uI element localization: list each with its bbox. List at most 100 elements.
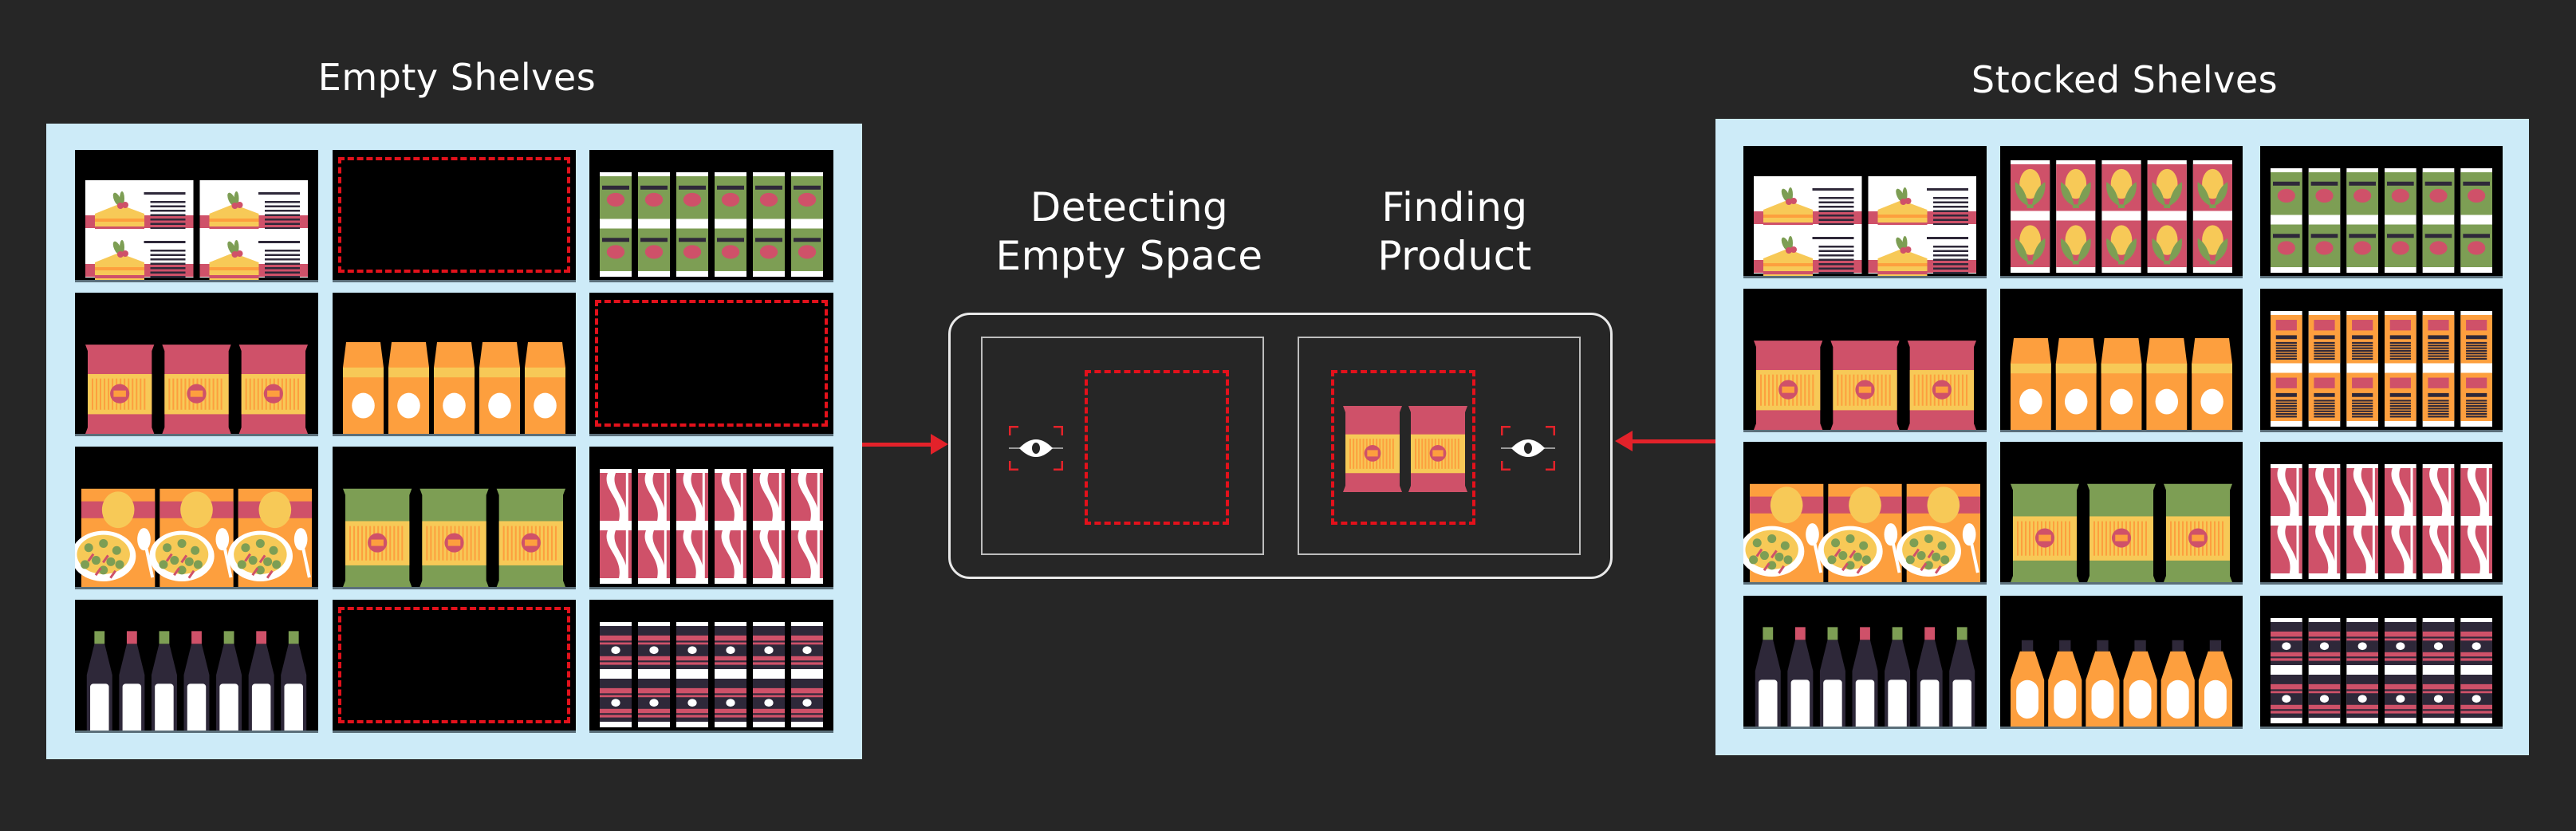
can xyxy=(791,224,823,277)
stocked-shelves-title: Stocked Shelves xyxy=(1971,58,2279,101)
empty-shelf-slot xyxy=(333,600,576,733)
can xyxy=(676,622,708,675)
corn-cans-illustration xyxy=(2011,160,2232,273)
chip-bag xyxy=(2087,483,2156,582)
arrow-to-detector-line xyxy=(862,443,934,447)
can xyxy=(715,469,746,526)
pasta-box xyxy=(149,488,234,587)
can xyxy=(600,469,632,526)
can xyxy=(2460,618,2492,671)
shelf-slot-bacon-cans xyxy=(589,447,833,589)
can xyxy=(676,675,708,727)
can xyxy=(2308,618,2341,671)
cake-box xyxy=(199,229,308,280)
can xyxy=(2271,671,2302,723)
carton xyxy=(479,341,520,434)
can xyxy=(715,224,746,277)
can xyxy=(2385,368,2416,427)
can xyxy=(600,622,632,675)
can xyxy=(715,526,746,584)
can xyxy=(791,526,823,584)
arrow-from-stock-line xyxy=(1632,439,1715,443)
can xyxy=(676,224,708,277)
shelf-slot-cake-boxes xyxy=(1743,146,1987,278)
empty-slot-highlight xyxy=(338,157,570,273)
shelf-slot-green-chip-bags xyxy=(2000,442,2243,585)
green-chip-bags-illustration xyxy=(2011,483,2232,582)
wine-bottle xyxy=(1787,627,1814,727)
can xyxy=(2422,220,2455,273)
scan-corner xyxy=(1054,461,1063,471)
carton xyxy=(2146,337,2188,430)
green-cans-illustration xyxy=(600,172,823,277)
can xyxy=(2422,368,2455,427)
shelf-slot-pink-chip-bags xyxy=(1743,289,1987,432)
can xyxy=(791,469,823,526)
can xyxy=(2385,522,2416,579)
can xyxy=(2271,464,2302,522)
chip-bag xyxy=(2011,483,2079,582)
chip-bag xyxy=(343,488,412,587)
cake-box xyxy=(1754,225,1862,276)
can xyxy=(2346,220,2378,273)
can xyxy=(2422,522,2455,579)
shelf-slot-cereal-boxes xyxy=(2260,289,2503,432)
shelf-slot-striped-cans xyxy=(589,600,833,733)
can xyxy=(2385,220,2416,273)
carton xyxy=(2055,337,2097,430)
can xyxy=(2346,522,2378,579)
can xyxy=(2147,160,2187,217)
can xyxy=(2346,464,2378,522)
carton xyxy=(2011,337,2051,430)
orange-cartons-illustration xyxy=(343,341,565,434)
wine-bottle xyxy=(1949,627,1975,727)
can xyxy=(2460,168,2492,221)
carton xyxy=(2192,337,2232,430)
shelf-slot-orange-cartons xyxy=(333,293,576,436)
can xyxy=(2346,368,2378,427)
can xyxy=(2308,522,2341,579)
can xyxy=(638,675,670,727)
can xyxy=(600,224,632,277)
empty-slot-detection-box xyxy=(1085,370,1229,525)
carton xyxy=(343,341,384,434)
juice-bottle xyxy=(2123,640,2157,727)
can xyxy=(753,224,785,277)
can xyxy=(2346,311,2378,369)
can xyxy=(753,172,785,225)
shelf-slot-wine-bottles xyxy=(1743,596,1987,729)
can xyxy=(2101,160,2141,217)
cake-boxes-illustration xyxy=(85,180,308,280)
can xyxy=(753,526,785,584)
can xyxy=(600,526,632,584)
can xyxy=(2385,618,2416,671)
scan-corner xyxy=(1501,426,1511,435)
can xyxy=(2460,311,2492,369)
pink-chip-bags-illustration xyxy=(1754,341,1976,430)
can xyxy=(715,172,746,225)
finding-product-title: Finding Product xyxy=(1303,183,1606,281)
pasta-box xyxy=(227,488,312,587)
pasta-boxes-illustration xyxy=(75,488,312,587)
can xyxy=(2271,311,2302,369)
scan-corner xyxy=(1009,461,1018,471)
can xyxy=(715,675,746,727)
can xyxy=(2460,220,2492,273)
carton xyxy=(434,341,475,434)
can xyxy=(2056,216,2096,273)
can xyxy=(2308,168,2341,221)
juice-bottle xyxy=(2160,640,2195,727)
can xyxy=(2056,160,2096,217)
carton xyxy=(525,341,565,434)
can xyxy=(2271,618,2302,671)
can xyxy=(791,675,823,727)
shelf-slot-juice-bottles xyxy=(2000,596,2243,729)
shelf-slot-green-chip-bags xyxy=(333,447,576,589)
wine-bottle xyxy=(1819,627,1845,727)
chip-bag xyxy=(496,488,565,587)
empty-shelf-slot xyxy=(589,293,833,436)
wine-bottle xyxy=(216,631,242,731)
shelf-slot-pasta-boxes xyxy=(75,447,318,589)
striped-cans-illustration xyxy=(2271,618,2492,723)
chip-bag-product-1 xyxy=(1343,406,1402,492)
